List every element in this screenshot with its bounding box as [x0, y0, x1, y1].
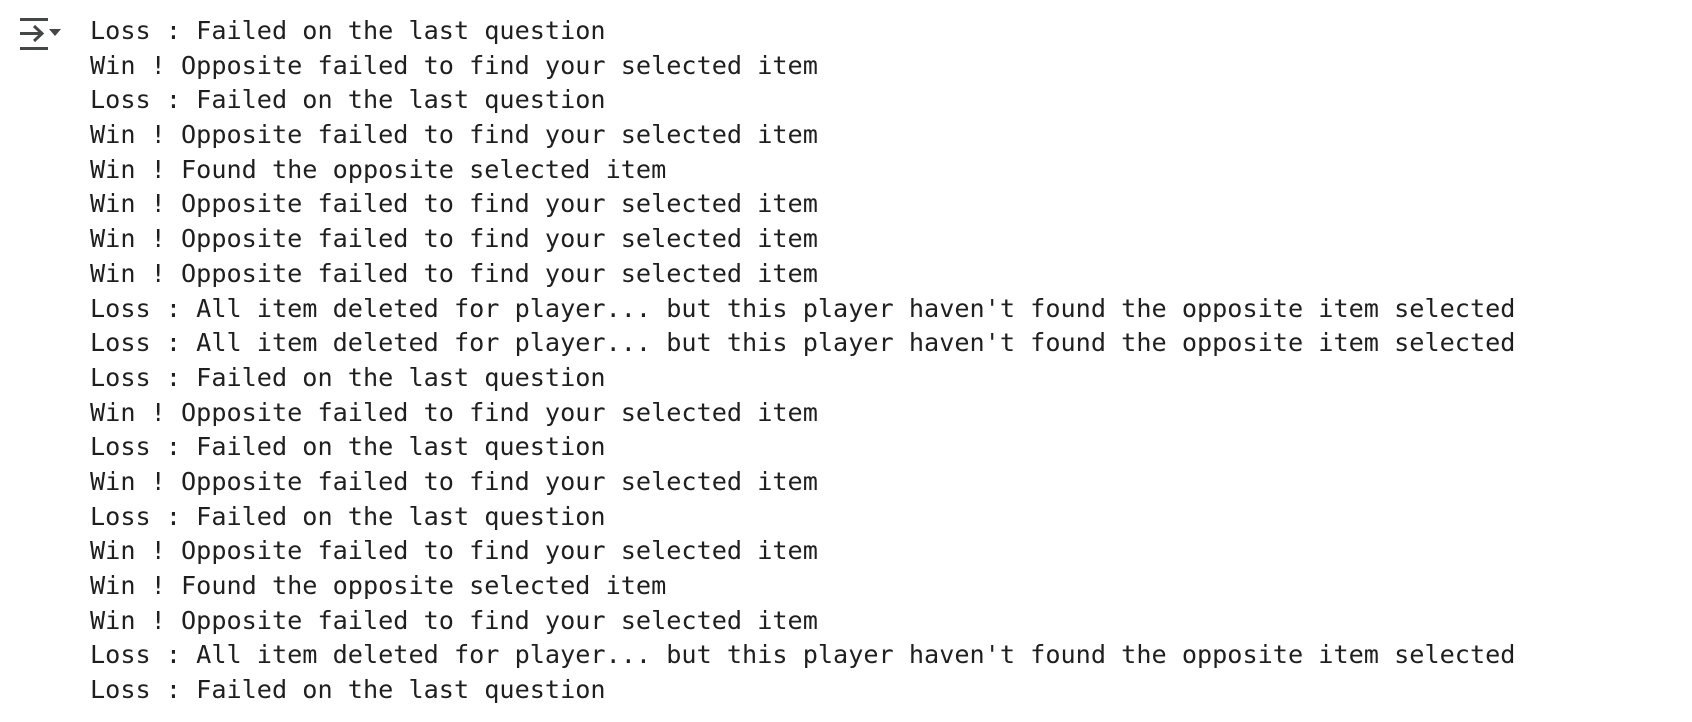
output-line: Loss : Failed on the last question — [90, 85, 606, 115]
output-line: Win ! Opposite failed to find your selec… — [90, 189, 818, 219]
output-line: Loss : Failed on the last question — [90, 675, 606, 705]
output-line: Win ! Found the opposite selected item — [90, 571, 667, 600]
output-line: Loss : All item deleted for player... bu… — [90, 293, 1516, 323]
output-line: Loss : All item deleted for player... bu… — [90, 328, 1516, 358]
output-line: Win ! Opposite failed to find your selec… — [90, 120, 818, 150]
output-text: Loss : Failed on the last question Win ! … — [90, 14, 1515, 708]
output-line: Win ! Opposite failed to find your selec… — [90, 605, 818, 635]
output-line: Win ! Found the opposite selected item — [90, 154, 667, 184]
output-line: Loss : Failed on the last question — [90, 501, 606, 531]
output-line: Loss : Failed on the last question — [90, 16, 606, 45]
output-line: Loss : Failed on the last question — [90, 432, 606, 462]
output-line: Win ! Opposite failed to find your selec… — [90, 50, 818, 80]
output-line: Loss : Failed on the last question — [90, 362, 606, 392]
collapse-output-icon-graphic — [20, 18, 61, 50]
output-line: Win ! Opposite failed to find your selec… — [90, 224, 818, 254]
output-line: Win ! Opposite failed to find your selec… — [90, 536, 818, 566]
output-line: Win ! Opposite failed to find your selec… — [90, 466, 818, 496]
collapse-output-icon[interactable] — [18, 16, 64, 52]
output-line: Win ! Opposite failed to find your selec… — [90, 397, 818, 427]
cell-output-area: Loss : Failed on the last question Win ! … — [0, 0, 1692, 722]
output-line: Win ! Opposite failed to find your selec… — [90, 258, 818, 288]
output-line: Loss : All item deleted for player... bu… — [90, 640, 1516, 670]
